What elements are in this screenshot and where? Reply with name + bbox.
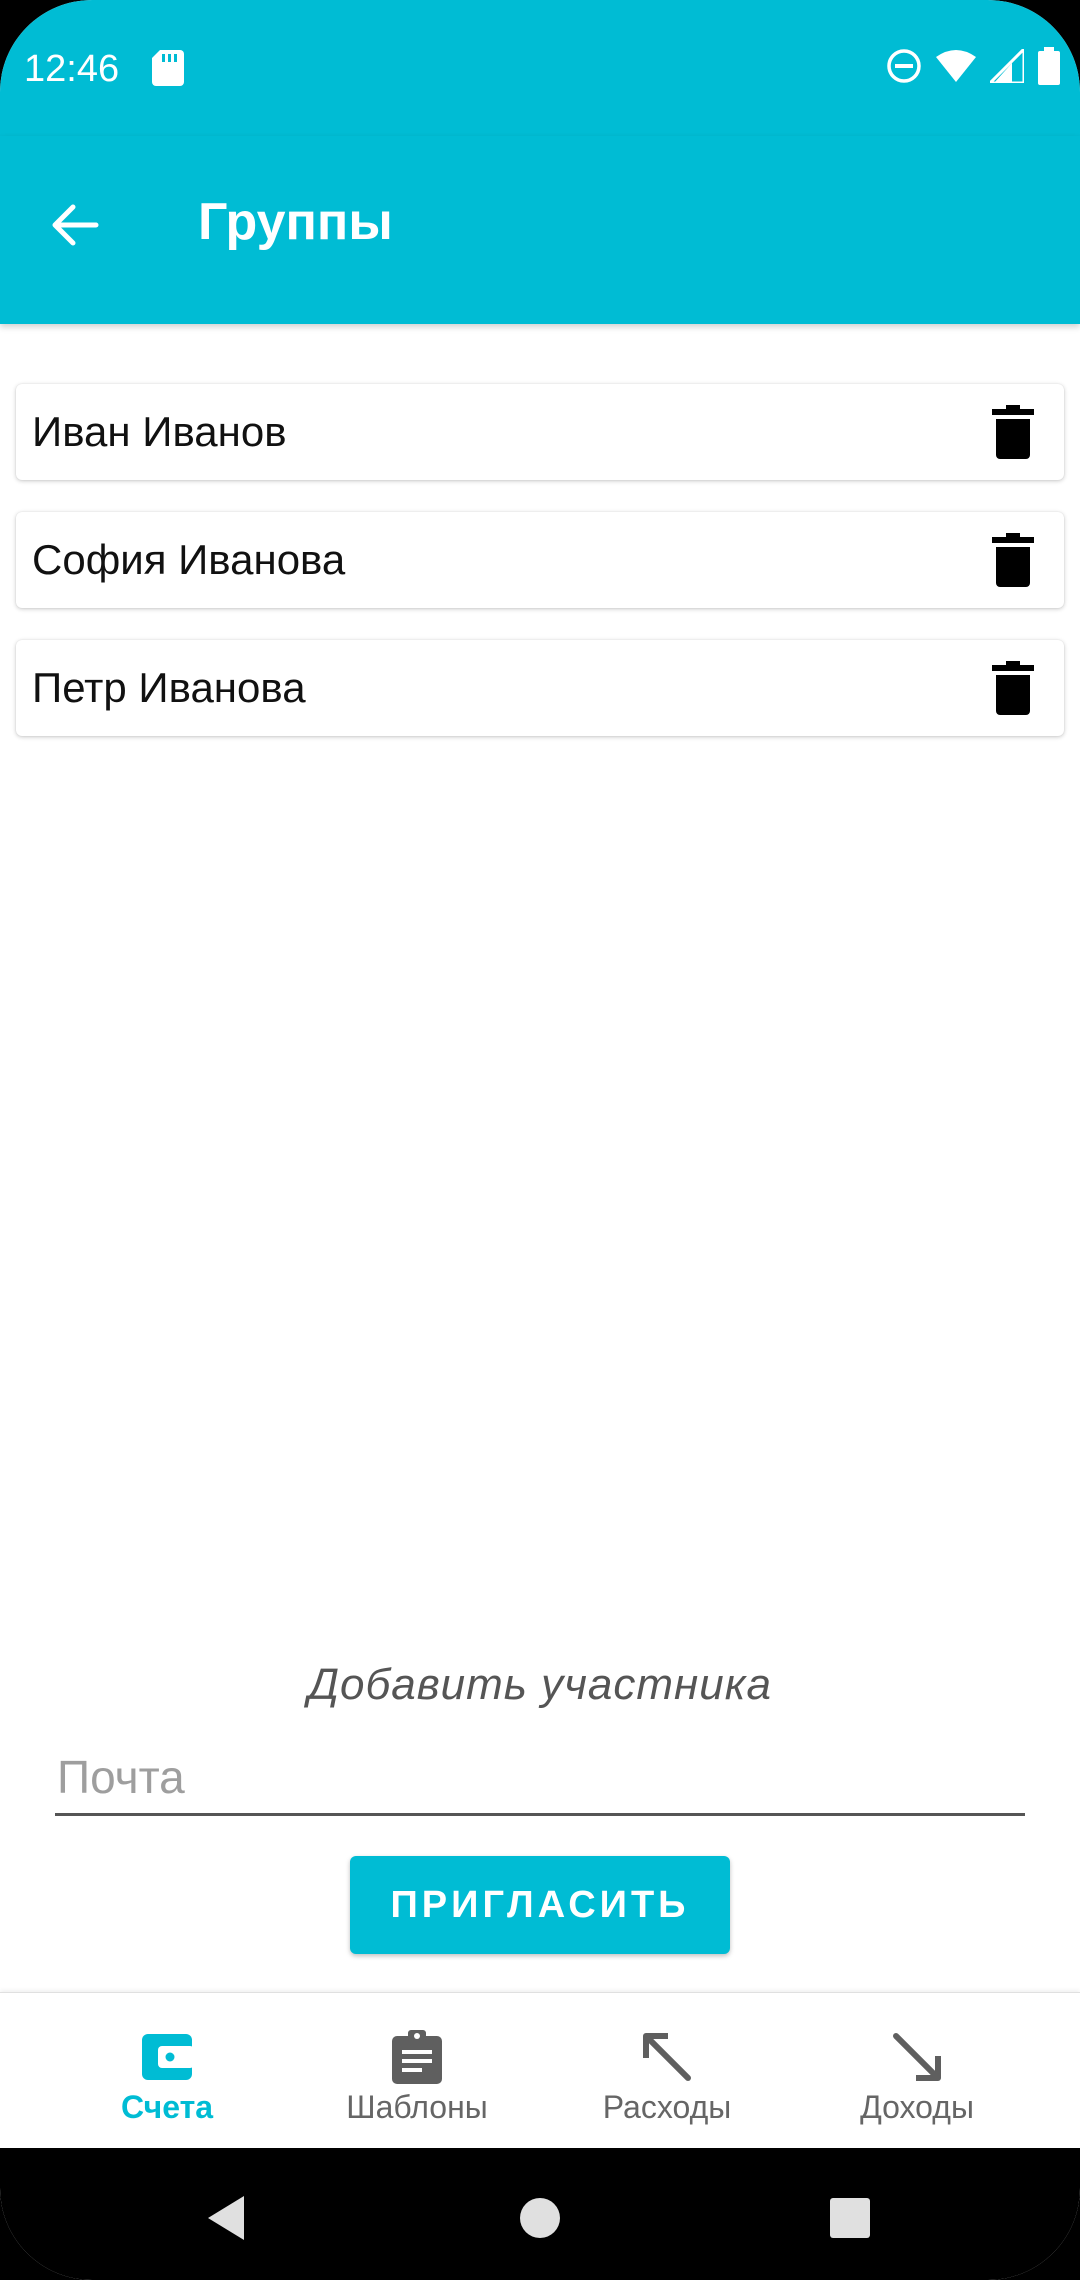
invite-button[interactable]: ПРИГЛАСИТЬ <box>350 1856 730 1954</box>
battery-icon <box>1038 46 1060 90</box>
bottom-navigation: Счета Шаблоны Расходы Доходы <box>0 1992 1080 2148</box>
arrow-up-left-icon <box>637 2029 697 2085</box>
clipboard-icon <box>387 2029 447 2085</box>
arrow-down-right-icon <box>887 2029 947 2085</box>
status-bar: 12:46 <box>0 0 1080 136</box>
trash-icon <box>992 405 1034 459</box>
nav-label: Расходы <box>602 2089 732 2125</box>
system-home-button[interactable] <box>510 2188 570 2248</box>
do-not-disturb-icon <box>886 48 922 89</box>
sd-card-icon <box>152 50 184 86</box>
nav-label: Счета <box>120 2089 214 2125</box>
arrow-back-icon <box>52 204 99 246</box>
screen: 12:46 Группы Иван Иванов София Иванова П… <box>0 0 1080 2280</box>
nav-item-expenses[interactable]: Расходы <box>542 1993 792 2149</box>
nav-item-accounts[interactable]: Счета <box>42 1993 292 2149</box>
nav-label: Шаблоны <box>346 2089 488 2125</box>
circle-home-icon <box>520 2198 560 2238</box>
trash-icon <box>992 661 1034 715</box>
back-button[interactable] <box>30 180 120 270</box>
delete-member-button[interactable] <box>986 658 1040 718</box>
signal-icon <box>986 44 1026 88</box>
member-card[interactable]: Петр Иванова <box>16 640 1064 736</box>
member-card[interactable]: София Иванова <box>16 512 1064 608</box>
triangle-back-icon <box>208 2196 244 2240</box>
app-bar: Группы <box>0 136 1080 324</box>
status-time: 12:46 <box>24 48 120 90</box>
nav-item-income[interactable]: Доходы <box>792 1993 1042 2149</box>
wifi-icon <box>936 49 976 88</box>
system-navigation-bar <box>0 2148 1080 2280</box>
wallet-icon <box>137 2029 197 2085</box>
square-recents-icon <box>830 2198 870 2238</box>
members-list: Иван Иванов София Иванова Петр Иванова <box>16 384 1064 768</box>
nav-item-templates[interactable]: Шаблоны <box>292 1993 542 2149</box>
trash-icon <box>992 533 1034 587</box>
member-name: Петр Иванова <box>32 664 306 711</box>
member-card[interactable]: Иван Иванов <box>16 384 1064 480</box>
email-input[interactable] <box>55 1740 1025 1816</box>
page-title: Группы <box>198 193 393 251</box>
system-back-button[interactable] <box>196 2188 256 2248</box>
delete-member-button[interactable] <box>986 402 1040 462</box>
nav-label: Доходы <box>860 2089 974 2125</box>
status-icons <box>886 44 1060 90</box>
delete-member-button[interactable] <box>986 530 1040 590</box>
system-recents-button[interactable] <box>820 2188 880 2248</box>
invite-title: Добавить участника <box>308 1660 772 1709</box>
member-name: София Иванова <box>32 536 346 583</box>
member-name: Иван Иванов <box>32 408 287 455</box>
